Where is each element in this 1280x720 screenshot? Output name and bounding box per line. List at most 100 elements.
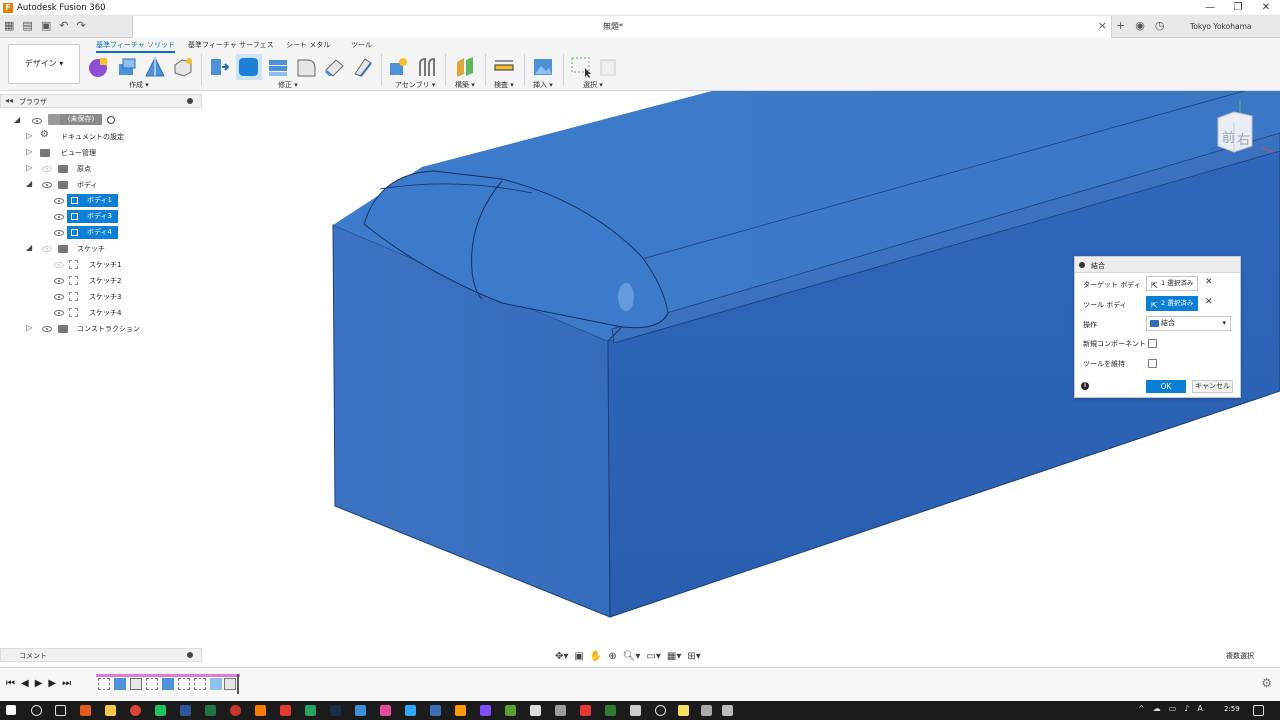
chamfer-icon[interactable]: [267, 56, 289, 78]
dialog-header[interactable]: 結合: [1075, 257, 1240, 273]
scale-icon[interactable]: [351, 56, 373, 78]
tree-item-body1[interactable]: ボディ1: [67, 194, 118, 207]
press-pull-icon[interactable]: [208, 56, 230, 78]
timeline-sketch-icon[interactable]: [194, 678, 206, 690]
settings-icon[interactable]: [722, 705, 733, 716]
visibility-eye-icon[interactable]: [54, 278, 64, 284]
app-icon[interactable]: [330, 705, 341, 716]
activate-radio-icon[interactable]: [107, 116, 115, 124]
orbit-icon[interactable]: ✥▾: [555, 651, 568, 662]
info-icon[interactable]: i: [1081, 382, 1089, 390]
new-tab-icon[interactable]: +: [1116, 19, 1125, 32]
expand-arrow-icon[interactable]: ◢: [14, 115, 20, 124]
viewcube-right-label[interactable]: 右: [1237, 133, 1250, 148]
app-icon[interactable]: [655, 705, 666, 716]
go-to-end-icon[interactable]: ⏭: [62, 678, 71, 689]
visibility-eye-icon[interactable]: [54, 294, 64, 300]
go-to-start-icon[interactable]: ⏮: [6, 678, 15, 689]
new-component-icon[interactable]: [387, 56, 409, 78]
expand-arrow-icon[interactable]: ▷: [26, 163, 32, 172]
timeline-sketch-icon[interactable]: [98, 678, 110, 690]
fillet-icon[interactable]: [236, 54, 262, 80]
expand-arrow-icon[interactable]: ◢: [26, 179, 32, 188]
inspect-group-label[interactable]: 検査 ▾: [494, 80, 514, 90]
tree-item-bodies[interactable]: ボディ: [77, 180, 98, 190]
visibility-eye-icon[interactable]: [54, 214, 64, 220]
app-icon[interactable]: [701, 705, 712, 716]
timeline-form-icon[interactable]: [130, 678, 142, 690]
shell-icon[interactable]: [295, 56, 317, 78]
dialog-collapse-icon[interactable]: [1079, 262, 1085, 268]
clear-target-icon[interactable]: ✕: [1205, 277, 1213, 287]
ok-button[interactable]: OK: [1146, 380, 1186, 393]
app-icon[interactable]: [355, 705, 366, 716]
app-icon[interactable]: [505, 705, 516, 716]
look-at-icon[interactable]: ▣: [574, 651, 583, 662]
gear-icon[interactable]: ⚙: [1261, 676, 1272, 690]
timeline-fillet-icon[interactable]: [210, 678, 222, 690]
expand-arrow-icon[interactable]: ▷: [26, 323, 32, 332]
zoom-window-icon[interactable]: 🔍︎▾: [623, 651, 641, 662]
browser-header[interactable]: ◂◂ ブラウザ: [0, 94, 202, 108]
insert-image-icon[interactable]: [532, 56, 554, 78]
extrude-icon[interactable]: [116, 56, 138, 78]
workspace-switcher[interactable]: デザイン ▾: [8, 44, 80, 84]
line-icon[interactable]: [155, 705, 166, 716]
viewports-icon[interactable]: ⊞▾: [687, 651, 700, 662]
add-comment-icon[interactable]: [187, 652, 193, 658]
visibility-eye-icon[interactable]: [42, 166, 52, 172]
tab-tools[interactable]: ツール: [351, 40, 372, 50]
cancel-button[interactable]: キャンセル: [1192, 380, 1233, 393]
visibility-eye-icon[interactable]: [54, 230, 64, 236]
tree-item-construction[interactable]: コンストラクション: [77, 324, 140, 334]
grid-menu-icon[interactable]: ▦: [4, 19, 14, 32]
close-tab-icon[interactable]: ×: [1098, 19, 1107, 32]
step-forward-icon[interactable]: ▶: [48, 678, 56, 689]
timeline-extrude-icon[interactable]: [114, 678, 126, 690]
tree-item-sketch2[interactable]: スケッチ2: [89, 276, 121, 286]
notifications-icon[interactable]: [1253, 705, 1264, 716]
ime-icon[interactable]: A: [1197, 704, 1202, 713]
browser-options-icon[interactable]: [187, 98, 193, 104]
visibility-eye-icon[interactable]: [32, 118, 42, 124]
word-icon[interactable]: [180, 705, 191, 716]
view-cube[interactable]: 前 右: [1206, 100, 1276, 160]
app-icon[interactable]: [555, 705, 566, 716]
tree-item-sketch1[interactable]: スケッチ1: [89, 260, 121, 270]
visibility-eye-icon[interactable]: [42, 246, 52, 252]
revolve-icon[interactable]: [144, 56, 166, 78]
expand-arrow-icon[interactable]: ◢: [26, 243, 32, 252]
viewcube-front-label[interactable]: 前: [1222, 130, 1235, 146]
timeline-track[interactable]: [96, 674, 240, 694]
start-icon[interactable]: [6, 705, 16, 715]
step-back-icon[interactable]: ◀: [21, 678, 29, 689]
close-button[interactable]: ✕: [1252, 2, 1280, 13]
timeline-draft-icon[interactable]: [224, 678, 236, 690]
draft-icon[interactable]: [323, 56, 345, 78]
zoom-icon[interactable]: ⊕: [608, 651, 616, 662]
job-status-icon[interactable]: ◉: [1135, 19, 1145, 32]
operation-dropdown[interactable]: 結合 ▾: [1146, 316, 1231, 331]
tree-item-view-management[interactable]: ビュー管理: [61, 148, 96, 158]
tab-sheet-metal[interactable]: シート メタル: [286, 40, 330, 50]
visibility-eye-icon[interactable]: [54, 262, 64, 268]
app-icon[interactable]: [305, 705, 316, 716]
app-icon[interactable]: [230, 705, 241, 716]
create-group-label[interactable]: 作成 ▾: [129, 80, 149, 90]
maximize-button[interactable]: ❐: [1224, 2, 1252, 13]
undo-icon[interactable]: ↶: [59, 19, 68, 32]
acrobat-icon[interactable]: [280, 705, 291, 716]
app-icon[interactable]: [580, 705, 591, 716]
select-window-icon[interactable]: [570, 56, 592, 78]
onedrive-icon[interactable]: ☁: [1153, 704, 1161, 713]
tree-item-sketch3[interactable]: スケッチ3: [89, 292, 121, 302]
volume-icon[interactable]: ♪: [1184, 704, 1189, 713]
task-view-icon[interactable]: [55, 705, 66, 716]
box-icon[interactable]: [172, 56, 194, 78]
tab-solid[interactable]: 基準フィーチャ ソリッド: [96, 40, 176, 53]
clear-tool-icon[interactable]: ✕: [1205, 297, 1213, 307]
assemble-group-label[interactable]: アセンブリ ▾: [395, 80, 435, 90]
tree-item-sketch4[interactable]: スケッチ4: [89, 308, 121, 318]
select-group-label[interactable]: 選択 ▾: [583, 80, 603, 90]
tree-item-origin[interactable]: 原点: [77, 164, 91, 174]
